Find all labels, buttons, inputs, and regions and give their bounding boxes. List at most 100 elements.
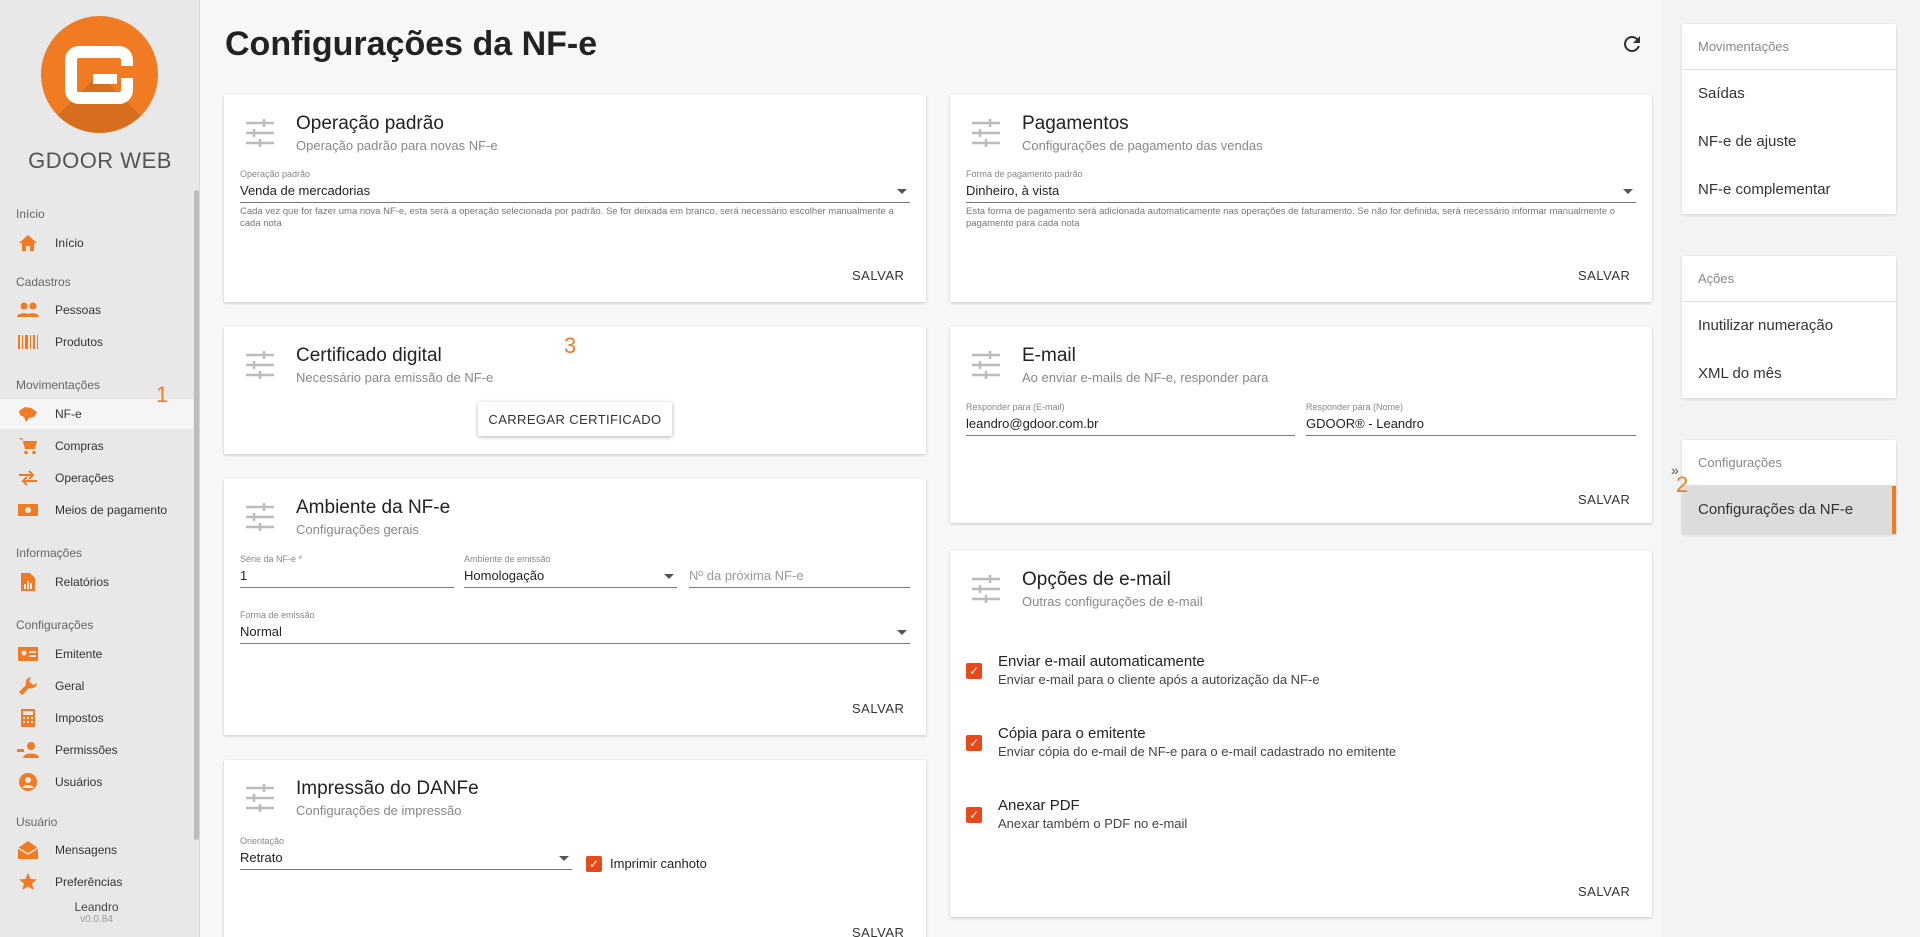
sidebar-item-permissoes[interactable]: Permissões	[0, 735, 193, 765]
dropdown-caret-icon	[1623, 189, 1633, 194]
card-title: Pagamentos	[1022, 113, 1129, 134]
sidebar-item-geral[interactable]: Geral	[0, 671, 193, 701]
home-icon	[16, 232, 40, 254]
rp-item-nfe-complementar[interactable]: NF-e complementar	[1682, 166, 1896, 214]
sidebar-item-mensagens[interactable]: Mensagens	[0, 835, 193, 865]
card-title: Impressão do DANFe	[296, 778, 479, 799]
card-title: Opções de e-mail	[1022, 569, 1171, 590]
save-button-opcoes-email[interactable]: SALVAR	[1578, 884, 1630, 899]
save-button-pagamentos[interactable]: SALVAR	[1578, 268, 1630, 283]
brazil-map-icon	[16, 403, 40, 425]
nav-section-inicio: Início	[16, 207, 45, 221]
page-title: Configurações da NF-e	[225, 25, 598, 63]
carregar-certificado-button[interactable]: CARREGAR CERTIFICADO	[478, 402, 672, 436]
checkbox-enviar-automaticamente[interactable]: ✓	[966, 663, 982, 679]
save-button-email[interactable]: SALVAR	[1578, 492, 1630, 507]
card-subtitle: Configurações de impressão	[296, 803, 462, 818]
rp-configuracoes: Configurações Configurações da NF-e	[1682, 440, 1896, 534]
annotation-number-1: 1	[156, 382, 169, 407]
tune-icon	[244, 501, 276, 533]
brand-name: GDOOR WEB	[28, 148, 172, 173]
reply-email-field[interactable]: Responder para (E-mail) leandro@gdoor.co…	[966, 402, 1295, 436]
checkbox-imprimir-canhoto[interactable]: ✓	[586, 856, 602, 872]
mail-open-icon	[16, 839, 40, 861]
sidebar-item-emitente[interactable]: Emitente	[0, 639, 193, 669]
forma-emissao-select[interactable]: Forma de emissão Normal	[240, 610, 910, 644]
save-button-operacao[interactable]: SALVAR	[852, 268, 904, 283]
sidebar-user-footer: Leandro v0.0.84	[0, 900, 193, 925]
sidebar-item-impostos[interactable]: Impostos	[0, 703, 193, 733]
nav-section-cadastros: Cadastros	[16, 275, 71, 289]
sidebar-scrollbar[interactable]	[194, 190, 199, 840]
dropdown-caret-icon	[664, 574, 674, 579]
tune-icon	[244, 117, 276, 149]
g-letter-icon	[65, 46, 133, 104]
gdoor-logo[interactable]	[41, 16, 158, 133]
sidebar-item-meios-pagamento[interactable]: Meios de pagamento	[0, 495, 193, 525]
card-subtitle: Configurações gerais	[296, 522, 419, 537]
proxima-nfe-field[interactable]: Nº da próxima NF-e	[689, 554, 910, 588]
orientacao-select[interactable]: Orientação Retrato	[240, 836, 572, 870]
tune-icon	[970, 349, 1002, 381]
orientacao-value[interactable]: Retrato	[240, 848, 572, 870]
money-icon	[16, 499, 40, 521]
sidebar-item-produtos[interactable]: Produtos	[0, 327, 193, 357]
reply-name-field[interactable]: Responder para (Nome) GDOOR® - Leandro	[1306, 402, 1636, 436]
checkbox-copia-emitente[interactable]: ✓	[966, 735, 982, 751]
rp-item-xml-mes[interactable]: XML do mês	[1682, 350, 1896, 398]
rp-item-nfe-ajuste[interactable]: NF-e de ajuste	[1682, 118, 1896, 166]
main-content: Configurações da NF-e Operação padrão Op…	[200, 0, 1662, 937]
forma-pagamento-select[interactable]: Forma de pagamento padrão Dinheiro, à vi…	[966, 169, 1636, 230]
sidebar-item-preferencias[interactable]: Preferências	[0, 867, 193, 897]
ambiente-emissao-select[interactable]: Ambiente de emissão Homologação	[464, 554, 677, 588]
reply-email-value[interactable]: leandro@gdoor.com.br	[966, 414, 1295, 436]
rp-item-configuracoes-nfe[interactable]: Configurações da NF-e	[1682, 486, 1896, 534]
card-subtitle: Necessário para emissão de NF-e	[296, 370, 494, 385]
option-desc: Enviar cópia do e-mail de NF-e para o e-…	[998, 744, 1397, 759]
serie-nfe-field[interactable]: Série da NF-e * 1	[240, 554, 454, 588]
serie-nfe-value[interactable]: 1	[240, 566, 454, 588]
sidebar-item-relatorios[interactable]: Relatórios	[0, 567, 193, 597]
sidebar-item-pessoas[interactable]: Pessoas	[0, 295, 193, 325]
card-ambiente-nfe: Ambiente da NF-e Configurações gerais Sé…	[224, 479, 926, 735]
barcode-icon	[16, 331, 40, 353]
swap-icon	[16, 467, 40, 489]
rp-heading: Movimentações	[1682, 24, 1896, 70]
proxima-nfe-input[interactable]: Nº da próxima NF-e	[689, 566, 910, 588]
people-icon	[16, 299, 40, 321]
card-subtitle: Operação padrão para novas NF-e	[296, 138, 498, 153]
card-subtitle: Outras configurações de e-mail	[1022, 594, 1203, 609]
sidebar-item-inicio[interactable]: Início	[0, 228, 193, 258]
operacao-padrao-value[interactable]: Venda de mercadorias	[240, 181, 910, 203]
tune-icon	[970, 117, 1002, 149]
save-button-ambiente[interactable]: SALVAR	[852, 701, 904, 716]
dropdown-caret-icon	[559, 856, 569, 861]
rp-item-saidas[interactable]: Saídas	[1682, 70, 1896, 118]
card-impressao-danfe: Impressão do DANFe Configurações de impr…	[224, 760, 926, 937]
sidebar: GDOOR WEB Início Início Cadastros Pessoa…	[0, 0, 200, 937]
nav-section-informacoes: Informações	[16, 546, 83, 560]
save-button-danfe[interactable]: SALVAR	[852, 925, 904, 937]
dropdown-caret-icon	[897, 630, 907, 635]
sidebar-item-compras[interactable]: Compras	[0, 431, 193, 461]
refresh-icon[interactable]	[1620, 32, 1644, 56]
tune-icon	[244, 782, 276, 814]
sidebar-item-usuarios[interactable]: Usuários	[0, 767, 193, 797]
forma-pagamento-value[interactable]: Dinheiro, à vista	[966, 181, 1636, 203]
sidebar-item-operacoes[interactable]: Operações	[0, 463, 193, 493]
card-title: E-mail	[1022, 345, 1076, 366]
operacao-padrao-select[interactable]: Operação padrão Venda de mercadorias Cad…	[240, 169, 910, 230]
star-icon	[16, 871, 40, 893]
calculator-icon	[16, 707, 40, 729]
rp-item-inutilizar-numeracao[interactable]: Inutilizar numeração	[1682, 302, 1896, 350]
checkbox-anexar-pdf[interactable]: ✓	[966, 807, 982, 823]
user-circle-icon	[16, 771, 40, 793]
reply-name-value[interactable]: GDOOR® - Leandro	[1306, 414, 1636, 436]
ambiente-emissao-value[interactable]: Homologação	[464, 566, 677, 588]
forma-emissao-value[interactable]: Normal	[240, 622, 910, 644]
option-title: Anexar PDF	[998, 797, 1080, 814]
card-certificado-digital: Certificado digital Necessário para emis…	[224, 327, 926, 454]
nav-section-usuario: Usuário	[16, 815, 58, 829]
annotation-number-2: 2	[1676, 472, 1689, 497]
rp-movimentacoes: Movimentações Saídas NF-e de ajuste NF-e…	[1682, 24, 1896, 214]
